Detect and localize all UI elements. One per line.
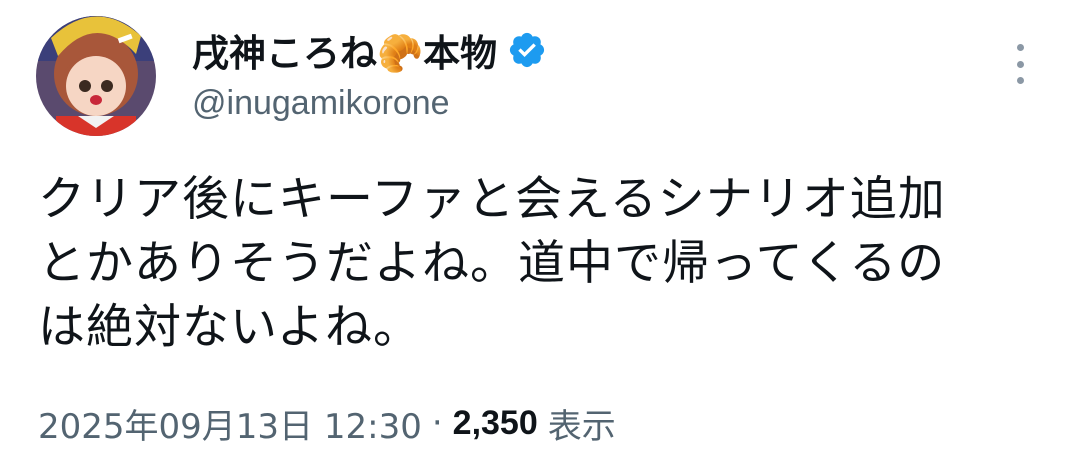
- display-name-text: 戌神ころね🥐本物: [192, 32, 498, 75]
- tweet-text: クリア後にキーファと会えるシナリオ追加 とかありそうだよね。道中で帰ってくるの …: [38, 172, 946, 355]
- more-options-button[interactable]: [1006, 40, 1034, 88]
- tweet-meta: 2025年09月13日 12:30 · 2,350 表示: [38, 398, 616, 448]
- timestamp[interactable]: 2025年09月13日 12:30: [38, 399, 422, 448]
- more-vertical-icon: [1016, 44, 1024, 51]
- views-count: 2,350: [452, 403, 538, 442]
- avatar-image: [36, 16, 156, 136]
- views-label: 表示: [547, 406, 616, 447]
- verified-badge-icon: [507, 30, 547, 70]
- more-dot: [1016, 77, 1024, 84]
- meta-separator: ·: [431, 403, 443, 443]
- user-handle[interactable]: @inugamikorone: [192, 84, 450, 123]
- more-dot: [1016, 60, 1024, 68]
- avatar[interactable]: [36, 16, 156, 136]
- display-name[interactable]: 戌神ころね🥐本物: [192, 22, 547, 78]
